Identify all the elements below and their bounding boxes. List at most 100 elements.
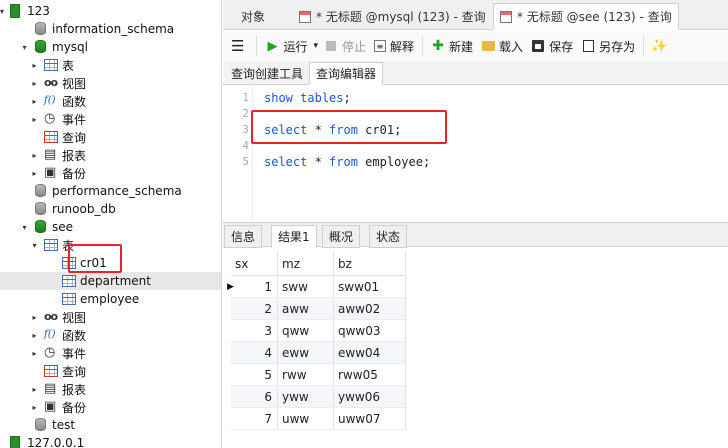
table-row[interactable]: 2 aww aww02 <box>231 298 406 320</box>
collapsed-arrow-icon[interactable]: ▸ <box>30 97 39 106</box>
query-icon <box>43 364 58 378</box>
tree-item[interactable]: ▾ mysql <box>0 38 221 56</box>
table-row[interactable]: 3 qww qww03 <box>231 320 406 342</box>
table-cell-sx[interactable]: 3 <box>231 320 278 342</box>
tab-result-1[interactable]: 结果1 <box>271 225 317 248</box>
table-row[interactable]: 5 rww rww05 <box>231 364 406 386</box>
new-button[interactable]: ✚ 新建 <box>427 34 477 58</box>
tree-item[interactable]: 查询 <box>0 362 221 380</box>
tree-item[interactable]: ▸ ▤ 报表 <box>0 380 221 398</box>
tab-query-see[interactable]: * 无标题 @see (123) - 查询 <box>493 3 679 30</box>
tree-item[interactable]: ▾ 123 <box>0 2 221 20</box>
table-cell-bz[interactable]: yww06 <box>334 386 406 408</box>
result-grid[interactable]: sx mz bz 1 sww sww01 2 aww aww02 3 qww qww03 4 eww… <box>223 248 728 448</box>
collapsed-arrow-icon[interactable]: ▸ <box>30 61 39 70</box>
tree-item[interactable]: ▸ ◷ 事件 <box>0 344 221 362</box>
table-row[interactable]: 4 eww eww04 <box>231 342 406 364</box>
database-gray-icon <box>33 184 47 198</box>
tree-item[interactable]: department <box>0 272 221 290</box>
tree-item[interactable]: information_schema <box>0 20 221 38</box>
tree-item[interactable]: performance_schema <box>0 182 221 200</box>
collapsed-arrow-icon[interactable]: ▸ <box>30 151 39 160</box>
column-header-bz[interactable]: bz <box>334 252 406 276</box>
sql-editor[interactable]: 1 show tables; 2 3 select * from cr01; 4 5 sele… <box>223 86 728 220</box>
collapsed-arrow-icon[interactable]: ▸ <box>30 169 39 178</box>
table-row[interactable]: 6 yww yww06 <box>231 386 406 408</box>
table-cell-sx[interactable]: 6 <box>231 386 278 408</box>
table-cell-bz[interactable]: qww03 <box>334 320 406 342</box>
beautify-button[interactable]: ✨ <box>648 34 674 58</box>
collapsed-arrow-icon[interactable]: ▸ <box>30 115 39 124</box>
table-cell-sx[interactable]: 5 <box>231 364 278 386</box>
table-row[interactable]: 1 sww sww01 <box>231 276 406 298</box>
tree-item[interactable]: ▸ 表 <box>0 56 221 74</box>
expanded-arrow-icon[interactable]: ▾ <box>30 241 39 250</box>
expanded-arrow-icon[interactable]: ▾ <box>0 7 4 16</box>
tree-item-label: 127.0.0.1 <box>27 436 85 448</box>
explain-button[interactable]: ≡ 解释 <box>370 34 418 58</box>
tab-status[interactable]: 状态 <box>369 225 408 248</box>
menu-button[interactable]: ☰ <box>223 34 252 58</box>
table-cell-sx[interactable]: 2 <box>231 298 278 320</box>
tab-query-builder[interactable]: 查询创建工具 <box>225 62 309 85</box>
query-tab-icon <box>500 10 512 23</box>
table-cell-bz[interactable]: sww01 <box>334 276 406 298</box>
tree-item[interactable]: ▸ oo 视图 <box>0 308 221 326</box>
load-button[interactable]: 载入 <box>477 34 527 58</box>
table-cell-sx[interactable]: 1 <box>231 276 278 298</box>
table-cell-sx[interactable]: 4 <box>231 342 278 364</box>
tree-item[interactable]: employee <box>0 290 221 308</box>
collapsed-arrow-icon[interactable]: ▸ <box>30 331 39 340</box>
column-header-sx[interactable]: sx <box>231 252 278 276</box>
stop-button[interactable]: 停止 <box>320 34 370 58</box>
table-cell-sx[interactable]: 7 <box>231 408 278 430</box>
table-cell-bz[interactable]: rww05 <box>334 364 406 386</box>
save-as-icon <box>581 39 595 53</box>
toolbar-divider <box>256 36 258 56</box>
tab-overview[interactable]: 概况 <box>322 225 361 248</box>
tab-info[interactable]: 信息 <box>224 225 263 248</box>
tree-item[interactable]: 查询 <box>0 128 221 146</box>
table-cell-mz[interactable]: rww <box>278 364 334 386</box>
table-cell-bz[interactable]: eww04 <box>334 342 406 364</box>
tree-item[interactable]: ▸ f() 函数 <box>0 326 221 344</box>
expanded-arrow-icon[interactable]: ▾ <box>20 43 29 52</box>
table-cell-mz[interactable]: aww <box>278 298 334 320</box>
table-cell-mz[interactable]: qww <box>278 320 334 342</box>
tab-objects[interactable]: 对象 <box>235 3 271 30</box>
run-dropdown-button[interactable]: ▾ <box>311 34 320 58</box>
database-gray-icon <box>33 202 47 216</box>
collapsed-arrow-icon[interactable]: ▸ <box>30 385 39 394</box>
tree-item[interactable]: ▸ oo 视图 <box>0 74 221 92</box>
tree-item[interactable]: ▸ ▤ 报表 <box>0 146 221 164</box>
table-cell-mz[interactable]: sww <box>278 276 334 298</box>
table-row[interactable]: 7 uww uww07 <box>231 408 406 430</box>
collapsed-arrow-icon[interactable]: ▸ <box>30 349 39 358</box>
column-header-mz[interactable]: mz <box>278 252 334 276</box>
table-cell-mz[interactable]: yww <box>278 386 334 408</box>
tab-query-mysql[interactable]: * 无标题 @mysql (123) - 查询 <box>293 3 492 30</box>
tab-query-editor[interactable]: 查询编辑器 <box>309 62 384 85</box>
code-line[interactable]: select * from employee; <box>264 155 430 169</box>
save-as-button[interactable]: 另存为 <box>577 34 639 58</box>
run-button[interactable]: ▶ 运行 <box>261 34 311 58</box>
table-cell-bz[interactable]: uww07 <box>334 408 406 430</box>
collapsed-arrow-icon[interactable]: ▸ <box>30 403 39 412</box>
tree-item[interactable]: ▾ see <box>0 218 221 236</box>
tree-item[interactable]: runoob_db <box>0 200 221 218</box>
tree-item[interactable]: ▸ ▣ 备份 <box>0 398 221 416</box>
save-button[interactable]: 保存 <box>527 34 577 58</box>
collapsed-arrow-icon[interactable]: ▸ <box>30 313 39 322</box>
collapsed-arrow-icon[interactable]: ▸ <box>30 79 39 88</box>
tree-item[interactable]: ▸ ▣ 备份 <box>0 164 221 182</box>
table-cell-mz[interactable]: eww <box>278 342 334 364</box>
tree-item-label: 视图 <box>62 310 87 325</box>
expanded-arrow-icon[interactable]: ▾ <box>20 223 29 232</box>
tree-item[interactable]: 127.0.0.1 <box>0 434 221 448</box>
table-cell-mz[interactable]: uww <box>278 408 334 430</box>
table-cell-bz[interactable]: aww02 <box>334 298 406 320</box>
tree-item[interactable]: ▸ ◷ 事件 <box>0 110 221 128</box>
tree-item[interactable]: test <box>0 416 221 434</box>
code-line[interactable]: show tables; <box>264 91 351 105</box>
tree-item[interactable]: ▸ f() 函数 <box>0 92 221 110</box>
